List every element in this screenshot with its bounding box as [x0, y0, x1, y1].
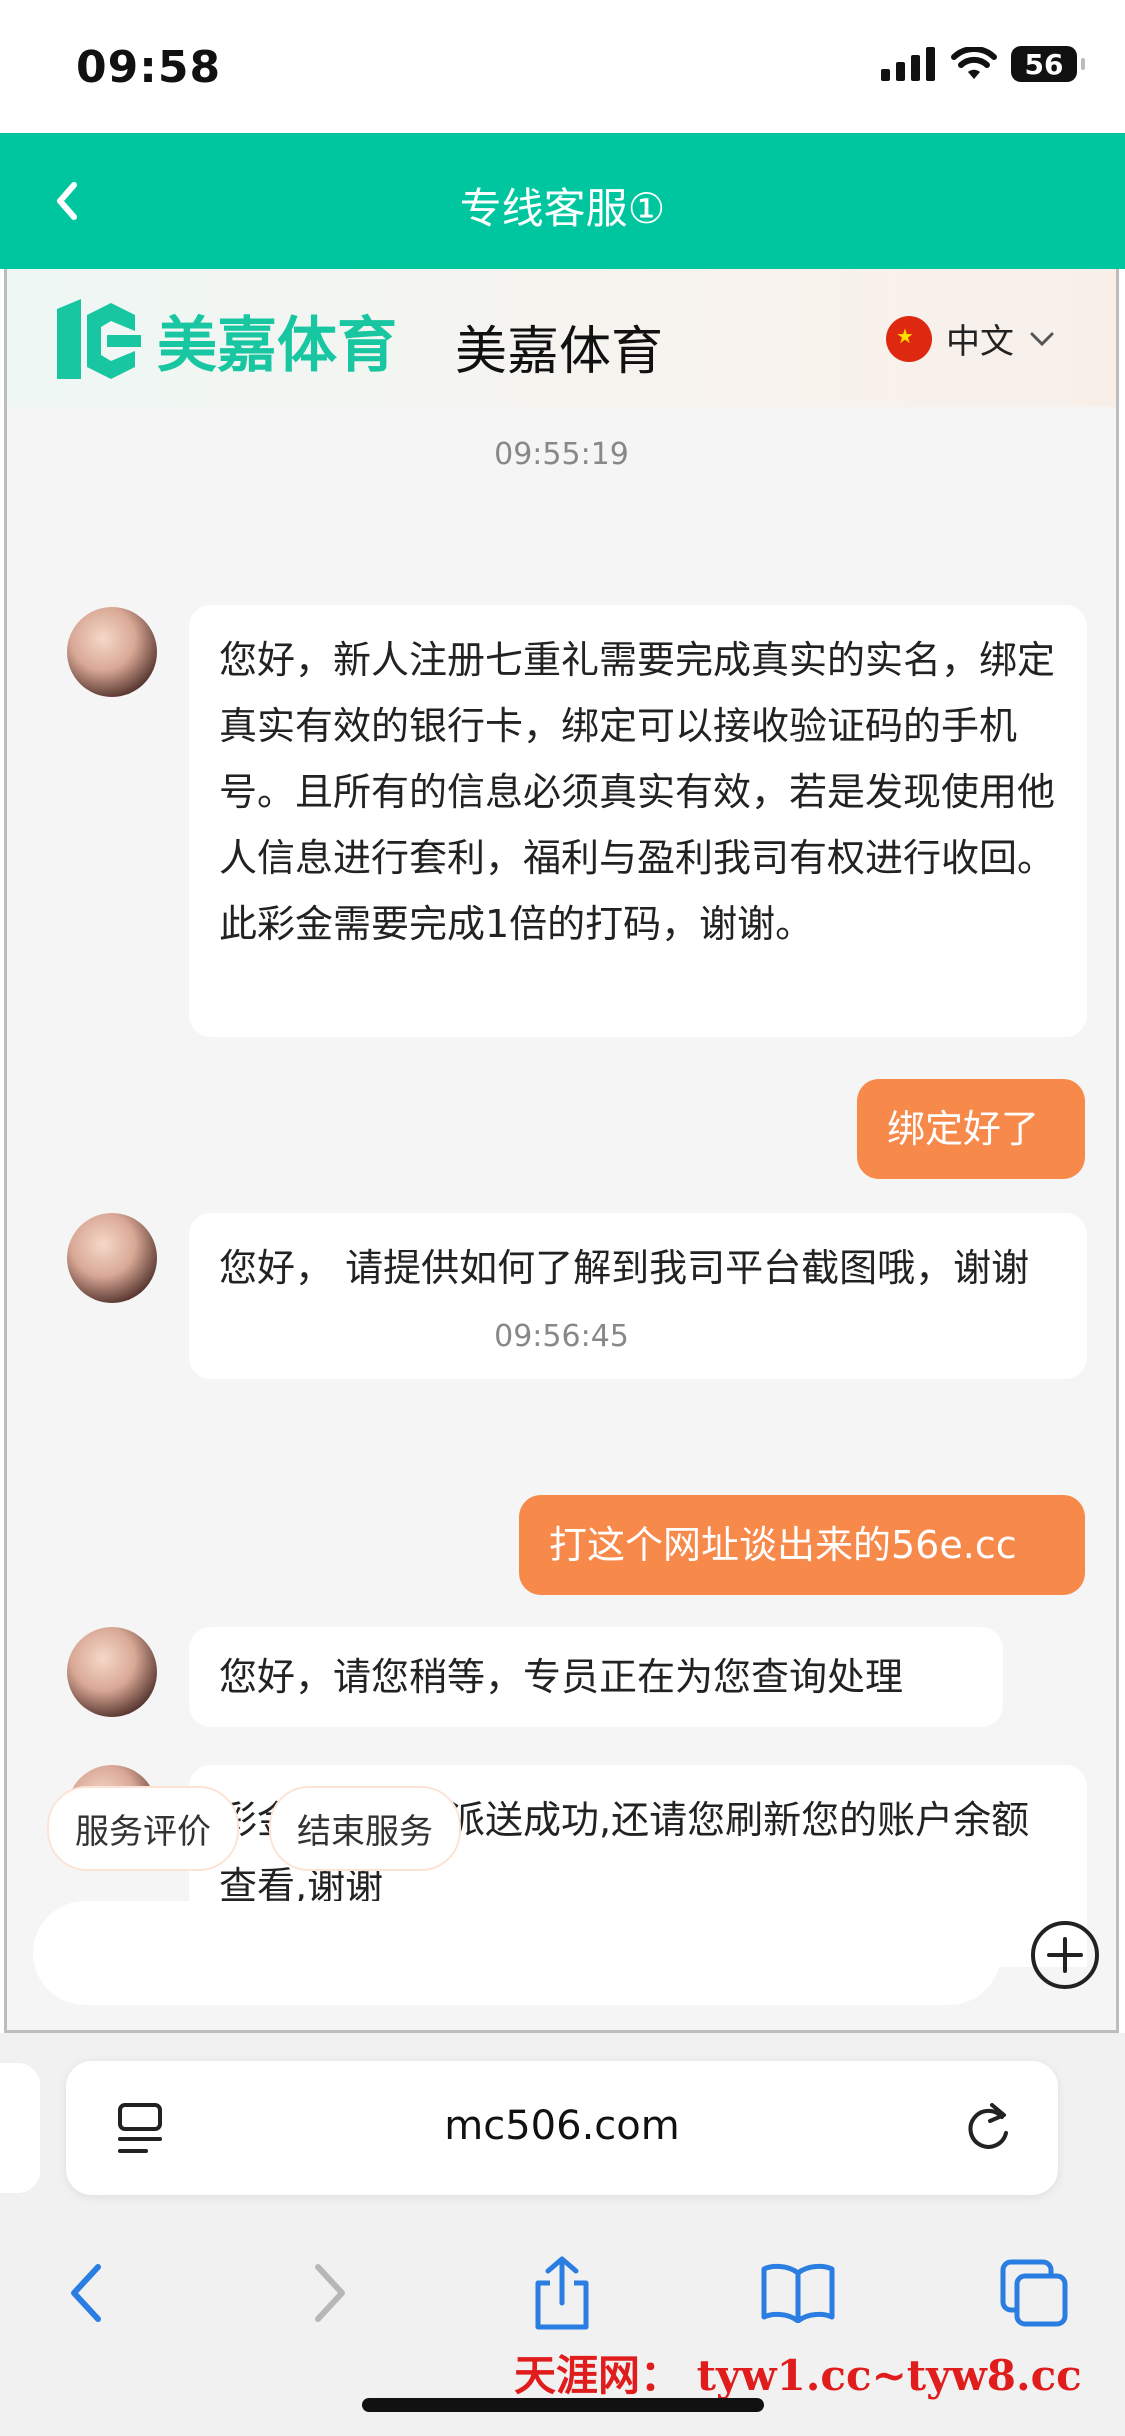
page-title: 专线客服①	[459, 184, 666, 233]
home-indicator	[362, 2398, 764, 2412]
chat-timestamp: 09:55:19	[494, 437, 629, 472]
chat-area[interactable]: 09:55:19 您好，新人注册七重礼需要完成真实的实名，绑定真实有效的银行卡，…	[7, 407, 1116, 1967]
agent-message: 您好，请您稍等，专员正在为您查询处理	[189, 1627, 1003, 1727]
quick-actions: 服务评价 结束服务	[47, 1786, 461, 1871]
tabs-icon	[1000, 2259, 1068, 2327]
brand-logo-text: 美嘉体育	[157, 310, 397, 381]
bookmarks-button[interactable]	[758, 2253, 838, 2333]
book-icon	[761, 2263, 835, 2323]
chevron-down-icon	[1030, 332, 1054, 346]
address-bar[interactable]: mc506.com	[66, 2061, 1058, 2195]
tabs-button[interactable]	[994, 2253, 1074, 2333]
back-nav-button[interactable]	[46, 2253, 126, 2333]
brand-logo: 美嘉体育	[51, 295, 397, 385]
china-flag-icon	[886, 315, 932, 362]
app-header: 专线客服①	[0, 133, 1125, 269]
reload-icon[interactable]	[962, 2099, 1014, 2157]
chat-timestamp: 09:56:45	[494, 1319, 629, 1354]
url-text: mc506.com	[444, 2103, 680, 2149]
user-message: 绑定好了	[857, 1079, 1085, 1179]
brand-logo-icon	[57, 299, 141, 379]
language-select[interactable]: 中文	[886, 314, 1056, 363]
status-time: 09:58	[76, 42, 222, 93]
user-message: 打这个网址谈出来的56e.cc	[519, 1495, 1085, 1595]
rate-service-button[interactable]: 服务评价	[47, 1786, 239, 1871]
message-input[interactable]	[33, 1901, 1001, 2005]
previous-tab-peek[interactable]	[0, 2063, 40, 2193]
brand-name: 美嘉体育	[455, 322, 664, 382]
cellular-signal-icon	[881, 47, 935, 81]
wifi-icon	[951, 47, 997, 79]
share-button[interactable]	[522, 2253, 602, 2333]
language-label: 中文	[946, 322, 1014, 362]
agent-avatar	[67, 1213, 157, 1303]
brand-bar: 美嘉体育 美嘉体育 中文	[7, 269, 1116, 407]
add-attachment-button[interactable]	[1029, 1919, 1101, 1991]
agent-avatar	[67, 1627, 157, 1717]
agent-message: 您好， 请提供如何了解到我司平台截图哦，谢谢	[189, 1213, 1087, 1379]
share-icon	[535, 2256, 589, 2330]
watermark: 天涯网： tyw1.cc~tyw8.cc	[514, 2351, 1082, 2400]
web-content: 美嘉体育 美嘉体育 中文 09:55:19 您好，新人注册七重礼需要完成真实的实…	[4, 269, 1119, 2033]
agent-avatar	[67, 607, 157, 697]
agent-message: 您好，新人注册七重礼需要完成真实的实名，绑定真实有效的银行卡，绑定可以接收验证码…	[189, 605, 1087, 1037]
chevron-right-icon	[315, 2264, 345, 2322]
browser-toolbar	[0, 2233, 1125, 2353]
end-service-button[interactable]: 结束服务	[269, 1786, 461, 1871]
forward-nav-button[interactable]	[290, 2253, 370, 2333]
status-bar: 09:58 56	[0, 0, 1125, 133]
chevron-left-icon	[71, 2264, 101, 2322]
battery-icon: 56	[1011, 46, 1085, 82]
status-icons: 56	[881, 46, 1085, 82]
